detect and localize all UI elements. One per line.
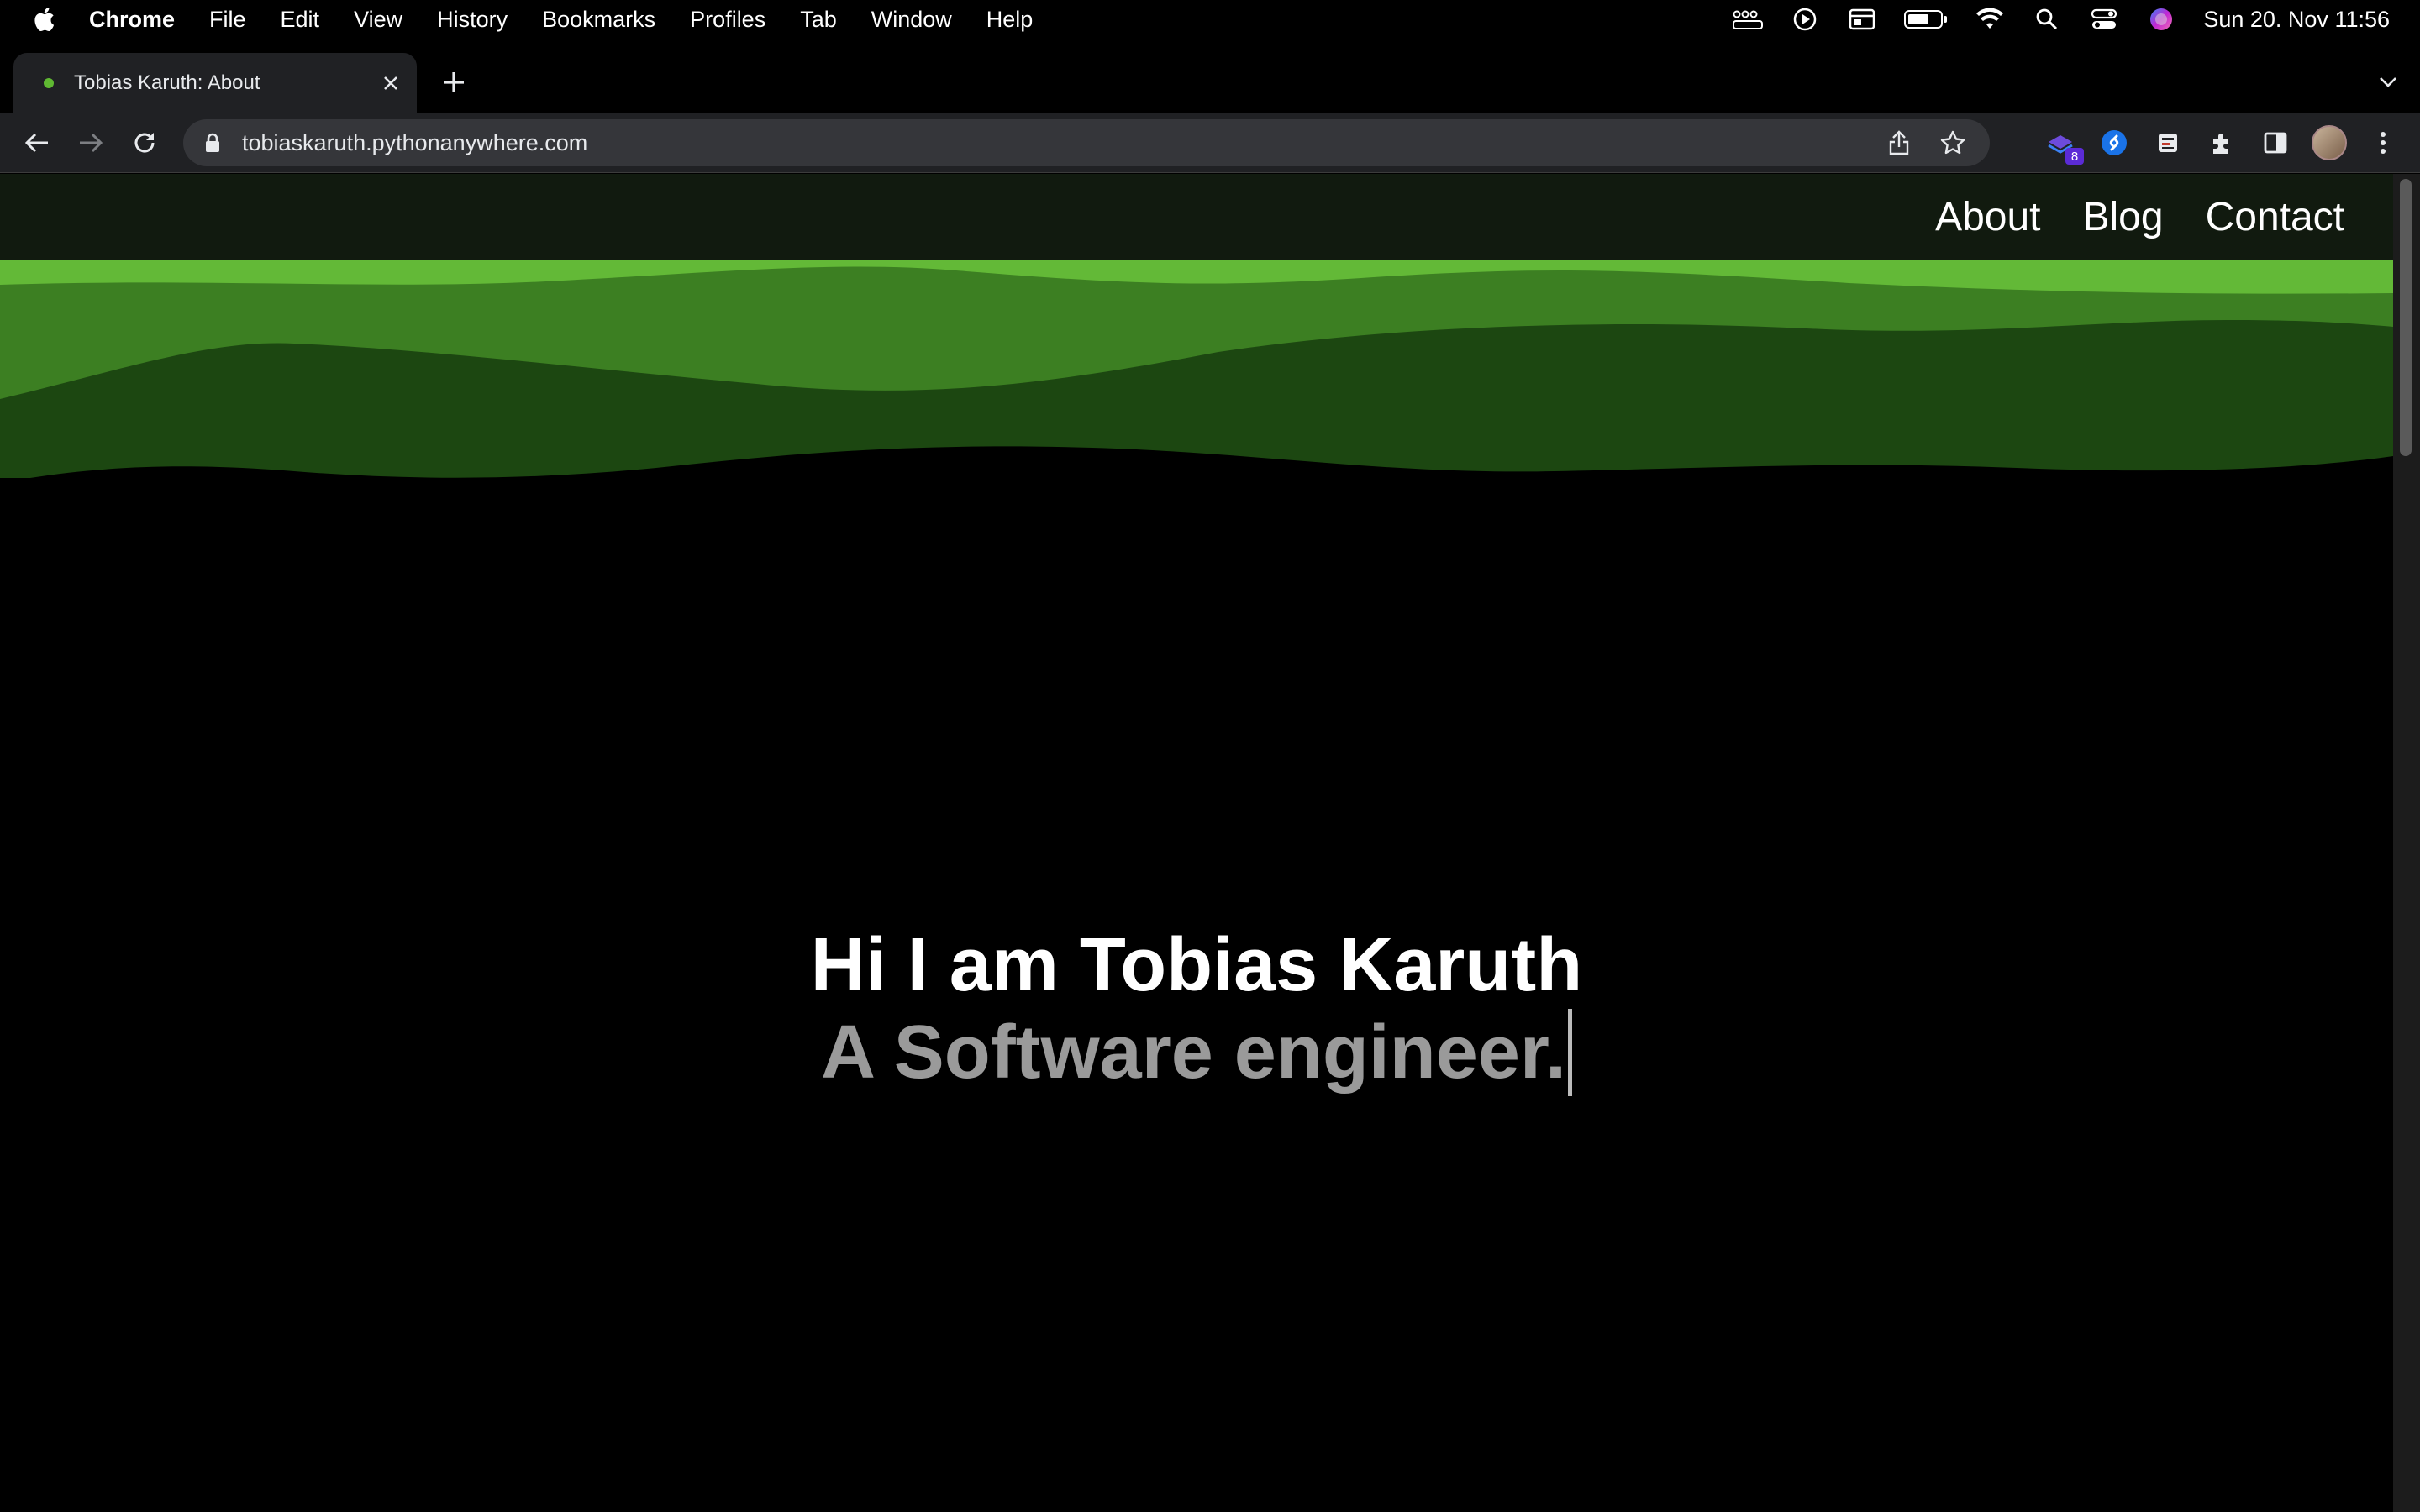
- hero-subline: A Software engineer.: [821, 1011, 1566, 1095]
- tab-active[interactable]: Tobias Karuth: About: [13, 53, 417, 113]
- extensions-puzzle-icon[interactable]: [2203, 124, 2240, 161]
- apple-menu-icon[interactable]: [32, 5, 59, 34]
- share-icon[interactable]: [1882, 126, 1916, 160]
- browser-toolbar: tobiaskaruth.pythonanywhere.com 8: [0, 113, 2420, 173]
- typing-cursor: [1567, 1009, 1572, 1096]
- menu-profiles[interactable]: Profiles: [690, 7, 765, 33]
- hero-intro: Hi I am Tobias Karuth A Software enginee…: [0, 921, 2393, 1096]
- menu-view[interactable]: View: [354, 7, 402, 33]
- extension-badge-icon[interactable]: 8: [2042, 124, 2084, 165]
- hero-subline-wrapper: A Software engineer.: [0, 1009, 2393, 1096]
- url-text[interactable]: tobiaskaruth.pythonanywhere.com: [242, 130, 1882, 156]
- battery-icon[interactable]: [1902, 7, 1949, 32]
- address-bar[interactable]: tobiaskaruth.pythonanywhere.com: [183, 119, 1990, 166]
- menu-edit[interactable]: Edit: [281, 7, 320, 33]
- menu-history[interactable]: History: [437, 7, 508, 33]
- tab-strip: Tobias Karuth: About: [0, 39, 2420, 113]
- menu-tab[interactable]: Tab: [800, 7, 837, 33]
- lock-icon[interactable]: [200, 130, 225, 155]
- back-arrow-icon[interactable]: [17, 123, 57, 163]
- siri-icon[interactable]: [2144, 7, 2178, 32]
- reload-icon[interactable]: [124, 123, 165, 163]
- reader-extension-icon[interactable]: [2149, 124, 2186, 161]
- menu-bar-clock[interactable]: Sun 20. Nov 11:56: [2203, 7, 2390, 33]
- menu-bookmarks[interactable]: Bookmarks: [542, 7, 655, 33]
- play-circle-icon[interactable]: [1788, 7, 1822, 32]
- menu-help[interactable]: Help: [986, 7, 1034, 33]
- green-wave-banner: [0, 260, 2393, 478]
- menu-window[interactable]: Window: [871, 7, 952, 33]
- tab-title: Tobias Karuth: About: [74, 71, 260, 94]
- tab-close-icon[interactable]: [378, 71, 403, 96]
- menu-file[interactable]: File: [209, 7, 246, 33]
- side-panel-icon[interactable]: [2257, 124, 2294, 161]
- scrollbar-thumb[interactable]: [2400, 179, 2412, 456]
- shazam-extension-icon[interactable]: [2096, 124, 2133, 161]
- page-viewport: About Blog Contact Hi I am Tobias Karuth…: [0, 174, 2393, 1512]
- wifi-icon[interactable]: [1973, 7, 2007, 32]
- page-scrollbar[interactable]: [2393, 174, 2420, 1512]
- window-icon[interactable]: [1845, 7, 1879, 32]
- nav-link-contact[interactable]: Contact: [2206, 194, 2344, 240]
- dots-grid-icon[interactable]: [1731, 7, 1765, 32]
- favicon-icon: [44, 77, 54, 88]
- control-center-icon[interactable]: [2087, 7, 2121, 32]
- hero-headline: Hi I am Tobias Karuth: [810, 923, 1583, 1007]
- nav-link-about[interactable]: About: [1935, 194, 2040, 240]
- nav-link-blog[interactable]: Blog: [2083, 194, 2164, 240]
- spotlight-search-icon[interactable]: [2030, 7, 2064, 32]
- macos-menu-bar: Chrome File Edit View History Bookmarks …: [0, 0, 2420, 39]
- forward-arrow-icon[interactable]: [71, 123, 111, 163]
- profile-avatar[interactable]: [2311, 124, 2348, 161]
- extension-count-badge: 8: [2065, 148, 2084, 165]
- bookmark-star-icon[interactable]: [1936, 126, 1970, 160]
- new-tab-plus-icon[interactable]: [437, 66, 471, 99]
- avatar-image: [2312, 125, 2347, 160]
- site-navigation: About Blog Contact: [0, 174, 2393, 260]
- chrome-menu-kebab-icon[interactable]: [2365, 124, 2402, 161]
- tab-search-chevron-down-icon[interactable]: [2373, 67, 2403, 97]
- menu-app-chrome[interactable]: Chrome: [89, 7, 175, 33]
